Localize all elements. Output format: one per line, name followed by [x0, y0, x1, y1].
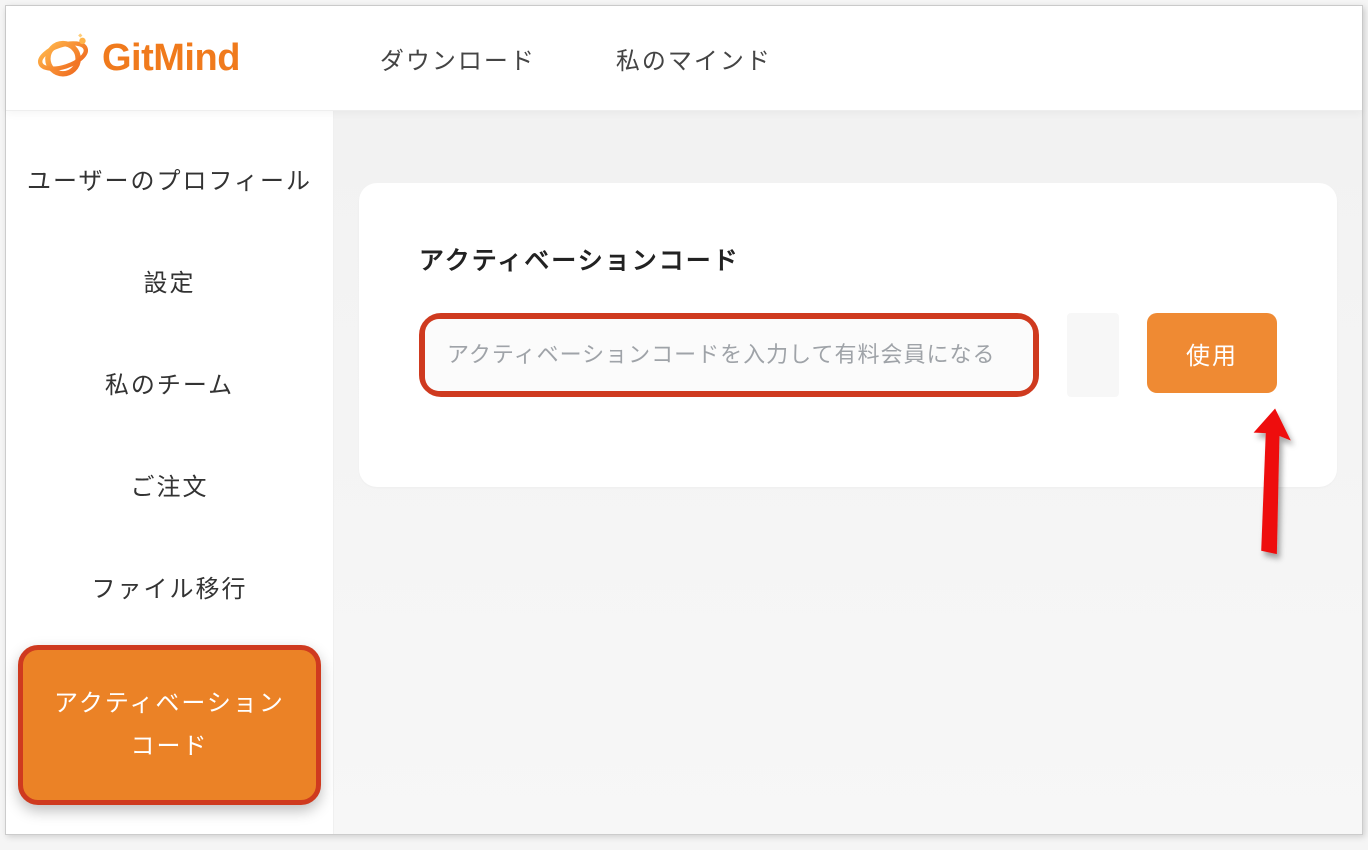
- sidebar: ユーザーのプロフィール 設定 私のチーム ご注文 ファイル移行 アクティベーショ…: [6, 111, 334, 834]
- card-title: アクティベーションコード: [419, 241, 1277, 277]
- sidebar-item-filemigration[interactable]: ファイル移行: [6, 539, 333, 641]
- body: ユーザーのプロフィール 設定 私のチーム ご注文 ファイル移行 アクティベーショ…: [6, 111, 1362, 834]
- use-button[interactable]: 使用: [1147, 313, 1277, 393]
- nav-mymind[interactable]: 私のマインド: [616, 41, 772, 76]
- activation-code-highlight: [419, 313, 1039, 397]
- main-area: アクティベーションコード 使用: [334, 111, 1362, 834]
- activation-code-input[interactable]: [425, 319, 1033, 391]
- sidebar-item-orders[interactable]: ご注文: [6, 437, 333, 539]
- app-window: GitMind ダウンロード 私のマインド ユーザーのプロフィール 設定 私のチ…: [5, 5, 1363, 835]
- sidebar-item-myteam[interactable]: 私のチーム: [6, 335, 333, 437]
- logo-text: GitMind: [102, 37, 240, 80]
- activation-input-row: 使用: [419, 313, 1277, 397]
- activation-card: アクティベーションコード 使用: [359, 183, 1337, 487]
- top-nav: ダウンロード 私のマインド: [380, 41, 772, 76]
- sidebar-item-settings[interactable]: 設定: [6, 233, 333, 335]
- header: GitMind ダウンロード 私のマインド: [6, 6, 1362, 111]
- sidebar-item-activation[interactable]: アクティベーションコード: [18, 645, 321, 805]
- logo[interactable]: GitMind: [36, 29, 240, 88]
- logo-icon: [36, 29, 90, 88]
- input-tail-box: [1067, 313, 1119, 397]
- sidebar-item-profile[interactable]: ユーザーのプロフィール: [6, 131, 333, 233]
- nav-download[interactable]: ダウンロード: [380, 41, 536, 76]
